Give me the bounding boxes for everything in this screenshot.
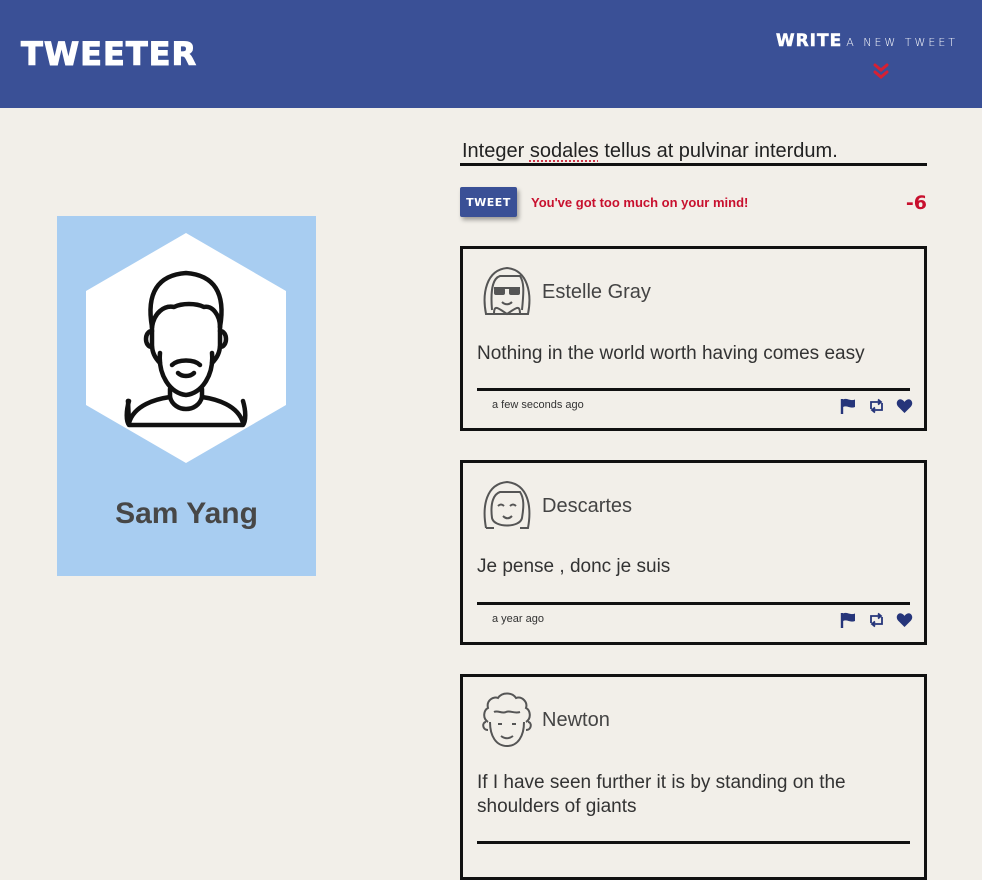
smiling-girl-avatar-icon <box>483 480 531 529</box>
flag-icon[interactable] <box>840 398 857 414</box>
tweet-author: Newton <box>542 709 610 731</box>
tweet-author: Estelle Gray <box>542 281 651 303</box>
retweet-icon[interactable] <box>868 612 885 628</box>
tweet-actions <box>840 612 913 630</box>
tweet-actions <box>840 398 913 416</box>
profile-name: Sam Yang <box>115 497 258 530</box>
compose-text-start: Integer <box>462 140 530 162</box>
tweet-content: Je pense , donc je suis <box>477 556 671 577</box>
tweet-divider <box>477 602 910 605</box>
tweet-content: Nothing in the world worth having comes … <box>477 343 865 364</box>
tweet-card: Estelle Gray Nothing in the world worth … <box>460 246 927 431</box>
tweet-content: If I have seen further it is by standing… <box>477 772 846 817</box>
bearded-man-avatar-icon <box>86 233 286 463</box>
compose-misspelled-word: sodales <box>529 140 599 162</box>
tweet-divider <box>477 388 910 391</box>
tweet-card: Descartes Je pense , donc je suis a year… <box>460 460 927 645</box>
new-tweet-label: A NEW TWEET <box>846 36 958 49</box>
profile-card: Sam Yang <box>57 216 316 576</box>
tweet-submit-button[interactable]: TWEET <box>460 187 517 217</box>
compose-text-end: tellus at pulvinar interdum. <box>598 140 838 162</box>
write-label: WRITE <box>775 31 843 52</box>
curly-hair-man-avatar-icon <box>482 692 532 748</box>
retweet-icon[interactable] <box>868 398 885 414</box>
write-new-tweet-link[interactable]: WRITE A NEW TWEET <box>776 30 958 54</box>
heart-icon[interactable] <box>896 398 913 414</box>
tweet-timestamp: a year ago <box>492 613 544 625</box>
brand-logo[interactable]: TWEETER <box>20 34 197 74</box>
top-nav: TWEETER WRITE A NEW TWEET <box>0 0 982 108</box>
double-chevron-down-icon[interactable] <box>870 62 892 82</box>
girl-with-sunglasses-avatar-icon <box>483 266 531 316</box>
tweet-textarea[interactable]: Integer sodales tellus at pulvinar inter… <box>462 137 926 165</box>
character-counter: -6 <box>905 192 927 214</box>
tweet-timestamp: a few seconds ago <box>492 399 584 411</box>
flag-icon[interactable] <box>840 612 857 628</box>
tweet-author: Descartes <box>542 495 633 517</box>
compose-error-message: You've got too much on your mind! <box>531 195 749 210</box>
tweet-card: Newton If I have seen further it is by s… <box>460 674 927 880</box>
textarea-underline <box>460 163 927 166</box>
heart-icon[interactable] <box>896 612 913 628</box>
